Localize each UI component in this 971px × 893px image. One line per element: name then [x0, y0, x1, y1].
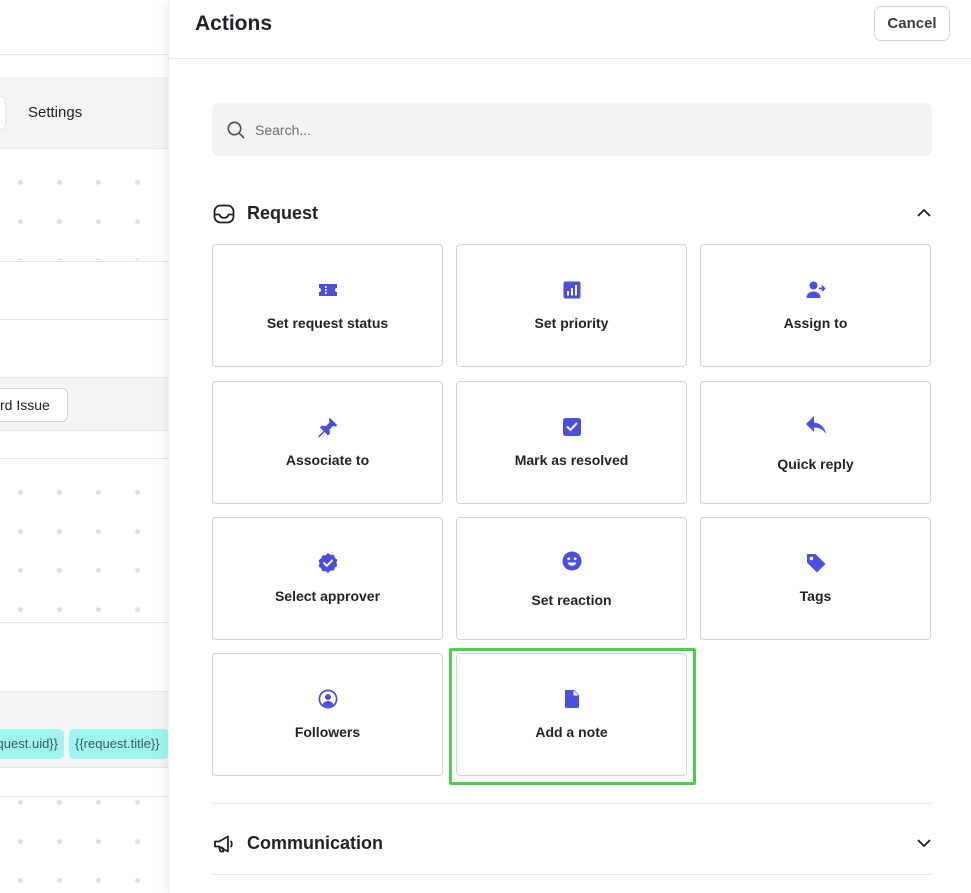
assign-user-icon [805, 279, 827, 301]
action-label: Select approver [274, 588, 381, 604]
action-card-select-approver[interactable]: Select approver [212, 517, 443, 640]
checkbox-icon [561, 416, 583, 438]
action-label: Set reaction [531, 592, 612, 608]
smiley-icon [561, 550, 583, 572]
chevron-down-icon[interactable] [916, 835, 932, 851]
action-card-followers[interactable]: Followers [212, 653, 443, 776]
action-label: Set request status [266, 315, 389, 331]
section-communication-label: Communication [247, 833, 384, 853]
section-request-header[interactable]: Request [212, 199, 932, 229]
canvas-divider [0, 458, 168, 459]
action-label: Associate to [285, 452, 370, 468]
canvas-divider [0, 319, 168, 320]
cancel-button[interactable]: Cancel [874, 6, 950, 41]
tab-settings[interactable]: Settings [28, 104, 82, 121]
pin-icon [317, 416, 339, 438]
canvas-top-bar [0, 0, 168, 55]
workflow-canvas-background: Settings rd Issue quest.uid}} {{request.… [0, 0, 168, 893]
action-label: Followers [294, 724, 361, 740]
note-icon [561, 688, 583, 710]
issue-button[interactable]: rd Issue [0, 388, 68, 422]
megaphone-icon [214, 835, 233, 853]
search-icon [227, 121, 245, 139]
action-label: Mark as resolved [514, 452, 629, 468]
action-card-associate-to[interactable]: Associate to [212, 381, 443, 504]
action-card-add-a-note[interactable]: Add a note [456, 653, 687, 776]
search-box[interactable] [212, 103, 932, 156]
action-label: Tags [799, 588, 832, 604]
canvas-divider [0, 622, 168, 623]
action-label: Quick reply [777, 456, 854, 472]
action-card-mark-as-resolved[interactable]: Mark as resolved [456, 381, 687, 504]
verified-badge-icon [317, 552, 339, 574]
canvas-tab-bar: Settings [0, 77, 168, 149]
action-label: Set priority [534, 315, 609, 331]
section-communication-header[interactable]: Communication [212, 829, 932, 859]
section-divider [212, 803, 932, 804]
action-card-tags[interactable]: Tags [700, 517, 931, 640]
reply-arrow-icon [805, 414, 827, 436]
section-divider [212, 874, 932, 875]
panel-title: Actions [195, 12, 273, 35]
tag-icon [805, 552, 827, 574]
action-card-set-request-status[interactable]: Set request status [212, 244, 443, 367]
inbox-icon [213, 204, 235, 224]
variable-chip[interactable]: {{request.title}} [69, 729, 168, 759]
action-card-set-priority[interactable]: Set priority [456, 244, 687, 367]
canvas-active-tab[interactable] [0, 96, 6, 130]
action-card-assign-to[interactable]: Assign to [700, 244, 931, 367]
actions-panel: Actions Cancel Request Set request statu… [168, 0, 971, 893]
search-input[interactable] [255, 103, 915, 156]
section-request-label: Request [247, 203, 319, 223]
action-label: Add a note [535, 724, 608, 740]
action-label: Assign to [783, 315, 848, 331]
bar-chart-icon [561, 279, 583, 301]
canvas-dot-grid [0, 155, 168, 260]
action-card-set-reaction[interactable]: Set reaction [456, 517, 687, 640]
ticket-icon [317, 279, 339, 301]
variable-chip[interactable]: quest.uid}} [0, 729, 64, 759]
panel-header: Actions Cancel [169, 0, 971, 59]
canvas-dot-grid [0, 775, 168, 893]
canvas-divider [0, 261, 168, 262]
chevron-up-icon[interactable] [916, 205, 932, 221]
canvas-dot-grid [0, 465, 168, 620]
action-card-quick-reply[interactable]: Quick reply [700, 381, 931, 504]
user-circle-icon [317, 688, 339, 710]
